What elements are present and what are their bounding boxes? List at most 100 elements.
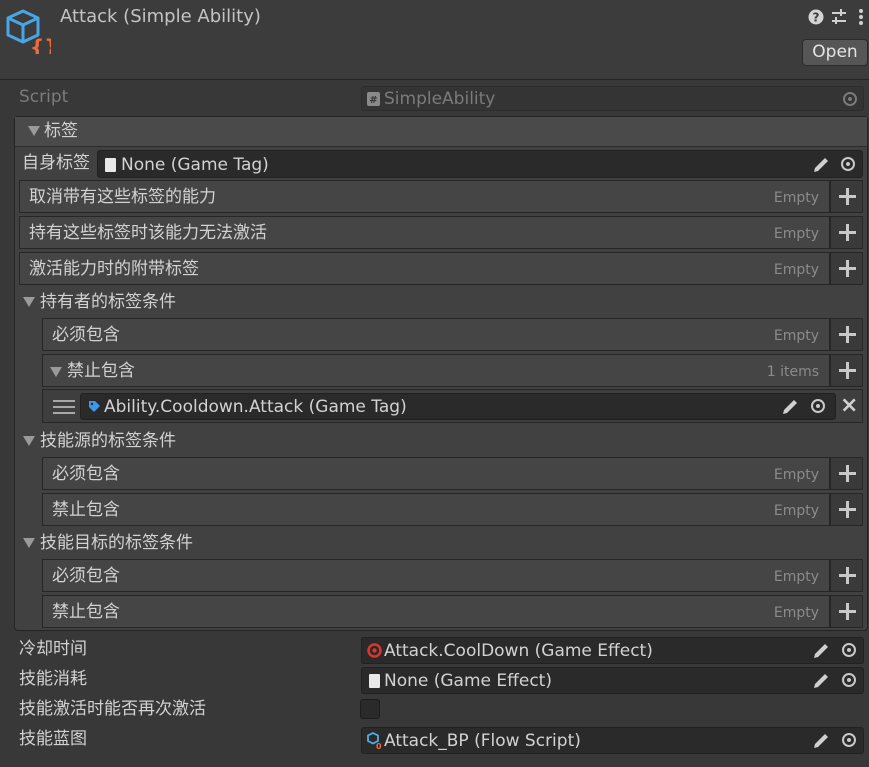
add-button[interactable]: [830, 457, 863, 490]
blueprint-value: Attack_BP (Flow Script): [384, 731, 581, 751]
drag-handle-icon[interactable]: [53, 400, 75, 414]
edit-pencil-icon[interactable]: [781, 398, 799, 416]
tags-group-header[interactable]: 标签: [15, 117, 867, 147]
tag-icon: [89, 401, 100, 412]
list-label: 禁止包含: [52, 500, 120, 520]
plus-icon: [839, 567, 856, 584]
list-label: 必须包含: [52, 566, 120, 586]
help-icon[interactable]: ?: [808, 9, 824, 25]
self-tag-value: None (Game Tag): [121, 155, 269, 175]
owner-must-not-include[interactable]: 禁止包含 1 items: [42, 354, 830, 387]
list-label: 禁止包含: [67, 361, 135, 381]
list-cancel-abilities[interactable]: 取消带有这些标签的能力 Empty: [19, 180, 830, 213]
list-status: Empty: [773, 467, 819, 483]
list-status: Empty: [773, 503, 819, 519]
plus-icon: [839, 465, 856, 482]
tag-item-field[interactable]: Ability.Cooldown.Attack (Game Tag): [80, 393, 836, 420]
blueprint-label: 技能蓝图: [19, 729, 87, 749]
cost-value: None (Game Effect): [384, 671, 552, 691]
object-picker-icon: [843, 92, 857, 106]
add-button[interactable]: [830, 595, 863, 628]
list-label: 激活能力时的附带标签: [29, 259, 199, 279]
list-label: 禁止包含: [52, 602, 120, 622]
self-tag-label: 自身标签: [22, 153, 90, 173]
svg-text:#: #: [369, 95, 377, 106]
open-button[interactable]: Open: [802, 39, 868, 66]
object-picker-icon[interactable]: [842, 643, 856, 657]
list-status: Empty: [773, 569, 819, 585]
list-status: Empty: [773, 605, 819, 621]
plus-icon: [839, 188, 856, 205]
add-button[interactable]: [830, 318, 863, 351]
list-status: Empty: [773, 328, 819, 344]
list-status: 1 items: [766, 364, 819, 380]
cs-script-icon: #: [367, 92, 380, 106]
list-label: 持有这些标签时该能力无法激活: [29, 223, 267, 243]
list-status: Empty: [773, 262, 819, 278]
edit-pencil-icon[interactable]: [812, 642, 830, 660]
plus-icon: [839, 603, 856, 620]
target-must-include[interactable]: 必须包含 Empty: [42, 559, 830, 592]
source-conditions-title[interactable]: 技能源的标签条件: [40, 433, 176, 450]
cooldown-field[interactable]: Attack.CoolDown (Game Effect): [361, 637, 864, 664]
blueprint-field[interactable]: 0 Attack_BP (Flow Script): [361, 727, 864, 754]
cooldown-value: Attack.CoolDown (Game Effect): [384, 641, 653, 661]
owner-must-include[interactable]: 必须包含 Empty: [42, 318, 830, 351]
svg-text:0: 0: [376, 742, 382, 749]
add-button[interactable]: [830, 252, 863, 285]
remove-item-icon[interactable]: ×: [840, 395, 858, 417]
edit-pencil-icon[interactable]: [812, 156, 830, 174]
list-block-activation[interactable]: 持有这些标签时该能力无法激活 Empty: [19, 216, 830, 249]
list-status: Empty: [773, 226, 819, 242]
object-picker-icon[interactable]: [842, 733, 856, 747]
svg-text:{}: {}: [30, 35, 51, 54]
page-title: Attack (Simple Ability): [60, 6, 261, 27]
self-tag-field[interactable]: None (Game Tag): [97, 150, 863, 178]
edit-pencil-icon[interactable]: [812, 732, 830, 750]
source-must-not-include[interactable]: 禁止包含 Empty: [42, 493, 830, 526]
foldout-arrow-icon[interactable]: [23, 436, 35, 446]
list-label: 取消带有这些标签的能力: [29, 187, 216, 207]
list-activation-owned-tags[interactable]: 激活能力时的附带标签 Empty: [19, 252, 830, 285]
script-name: SimpleAbility: [384, 89, 496, 109]
foldout-arrow-icon[interactable]: [28, 126, 40, 136]
tag-item-value: Ability.Cooldown.Attack (Game Tag): [104, 397, 407, 417]
plus-icon: [839, 260, 856, 277]
add-button[interactable]: [830, 354, 863, 387]
reactivate-label: 技能激活时能否再次激活: [19, 699, 206, 719]
inspector-header: {} Attack (Simple Ability) ? Open: [0, 0, 869, 80]
cost-label: 技能消耗: [19, 669, 87, 689]
owner-conditions-title[interactable]: 持有者的标签条件: [40, 294, 176, 311]
tags-group-title: 标签: [44, 121, 78, 141]
preset-sliders-icon[interactable]: [831, 9, 847, 25]
list-item[interactable]: Ability.Cooldown.Attack (Game Tag) ×: [42, 389, 863, 423]
list-label: 必须包含: [52, 464, 120, 484]
cost-field[interactable]: None (Game Effect): [361, 667, 864, 694]
object-picker-icon[interactable]: [842, 673, 856, 687]
object-picker-icon[interactable]: [841, 157, 855, 171]
reactivate-checkbox[interactable]: [360, 699, 380, 719]
script-asset-icon: {}: [6, 9, 51, 54]
add-button[interactable]: [830, 559, 863, 592]
kebab-menu-icon[interactable]: [857, 8, 865, 26]
source-must-include[interactable]: 必须包含 Empty: [42, 457, 830, 490]
target-conditions-title[interactable]: 技能目标的标签条件: [40, 535, 193, 552]
plus-icon: [839, 326, 856, 343]
foldout-arrow-icon[interactable]: [23, 297, 35, 307]
add-button[interactable]: [830, 493, 863, 526]
foldout-arrow-icon[interactable]: [23, 538, 35, 548]
list-label: 必须包含: [52, 325, 120, 345]
foldout-arrow-icon[interactable]: [50, 367, 62, 377]
script-field: # SimpleAbility: [361, 86, 864, 111]
plus-icon: [839, 362, 856, 379]
edit-pencil-icon[interactable]: [812, 672, 830, 690]
game-effect-icon: [367, 643, 382, 658]
object-picker-icon[interactable]: [811, 399, 825, 413]
target-must-not-include[interactable]: 禁止包含 Empty: [42, 595, 830, 628]
file-icon: [369, 674, 380, 688]
cooldown-label: 冷却时间: [19, 639, 87, 659]
list-status: Empty: [773, 190, 819, 206]
plus-icon: [839, 224, 856, 241]
add-button[interactable]: [830, 216, 863, 249]
add-button[interactable]: [830, 180, 863, 213]
